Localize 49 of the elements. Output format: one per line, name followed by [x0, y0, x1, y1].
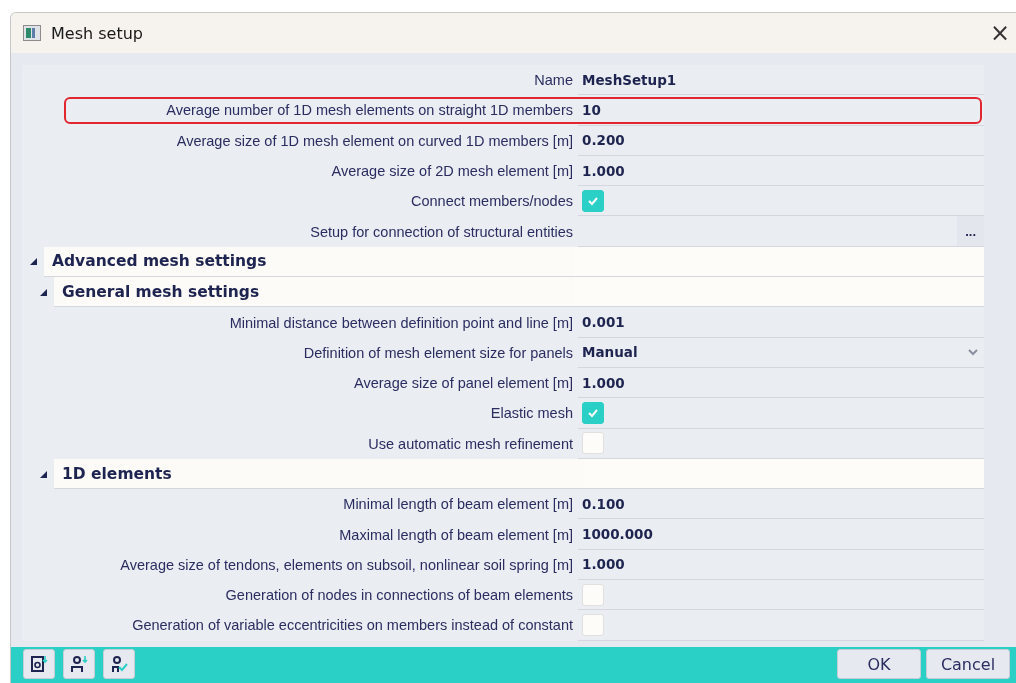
dialog-button[interactable]: OK [837, 649, 921, 679]
value-field[interactable]: 1.000 [582, 556, 625, 573]
value-field[interactable]: 0.200 [582, 132, 625, 149]
section-header[interactable]: Advanced mesh settings [44, 246, 574, 278]
dialog-button[interactable]: Cancel [926, 649, 1010, 679]
check-icon [587, 195, 599, 206]
property-label: Generation of variable eccentricities on members instead of constant [132, 617, 573, 634]
app-icon [23, 25, 41, 41]
value-field[interactable]: 1.000 [582, 374, 625, 391]
checkbox[interactable] [582, 189, 604, 212]
property-label: Connect members/nodes [411, 193, 573, 210]
property-label: Name [534, 72, 573, 89]
checkbox[interactable] [582, 614, 604, 636]
property-label: Maximal length of beam element [m] [339, 526, 573, 543]
property-label: Minimal distance between definition point and line [m] [229, 314, 573, 331]
section-header[interactable]: 1D elements [54, 458, 584, 490]
section-header[interactable]: General mesh settings [54, 277, 574, 308]
collapse-triangle-icon[interactable] [39, 470, 47, 478]
property-label: Minimal length of beam element [m] [343, 496, 573, 513]
value-field[interactable]: 1000.000 [582, 526, 653, 543]
property-label: Elastic mesh [490, 405, 573, 422]
property-label: Average size of 2D mesh element [m] [331, 163, 573, 180]
property-label: Average size of 1D mesh element on curved 1D members [m] [176, 132, 573, 149]
collapse-triangle-icon[interactable] [29, 258, 37, 266]
window-title: Mesh setup [51, 23, 143, 43]
value-field[interactable]: 10 [582, 101, 601, 118]
value-field[interactable]: MeshSetup1 [582, 71, 677, 88]
document-download-icon[interactable] [23, 649, 55, 679]
checkbox[interactable] [582, 432, 604, 455]
property-label: Average size of panel element [m] [354, 375, 573, 392]
check-icon [587, 407, 599, 418]
value-field[interactable]: 1.000 [582, 162, 625, 179]
user-check-icon[interactable] [103, 649, 135, 679]
checkbox[interactable] [582, 583, 604, 606]
property-label: Generation of nodes in connections of beam elements [225, 587, 573, 604]
property-label: Use automatic mesh refinement [368, 435, 573, 452]
property-label: Definition of mesh element size for panels [303, 344, 573, 361]
close-button[interactable]: × [983, 19, 1016, 47]
checkbox[interactable] [582, 401, 604, 424]
property-label: Average size of tendons, elements on subsoil, nonlinear soil spring [m] [120, 556, 573, 573]
user-download-icon[interactable] [63, 649, 95, 679]
property-label: Average number of 1D mesh elements on straight 1D members [166, 102, 573, 119]
chevron-down-icon [968, 348, 978, 356]
property-label: Setup for connection of structural entities [310, 223, 573, 240]
dropdown[interactable]: Manual [582, 337, 984, 367]
value-field[interactable]: 0.100 [582, 495, 625, 512]
collapse-triangle-icon[interactable] [39, 288, 47, 296]
value-field[interactable]: 0.001 [582, 314, 625, 330]
more-button[interactable]: ... [957, 216, 984, 246]
